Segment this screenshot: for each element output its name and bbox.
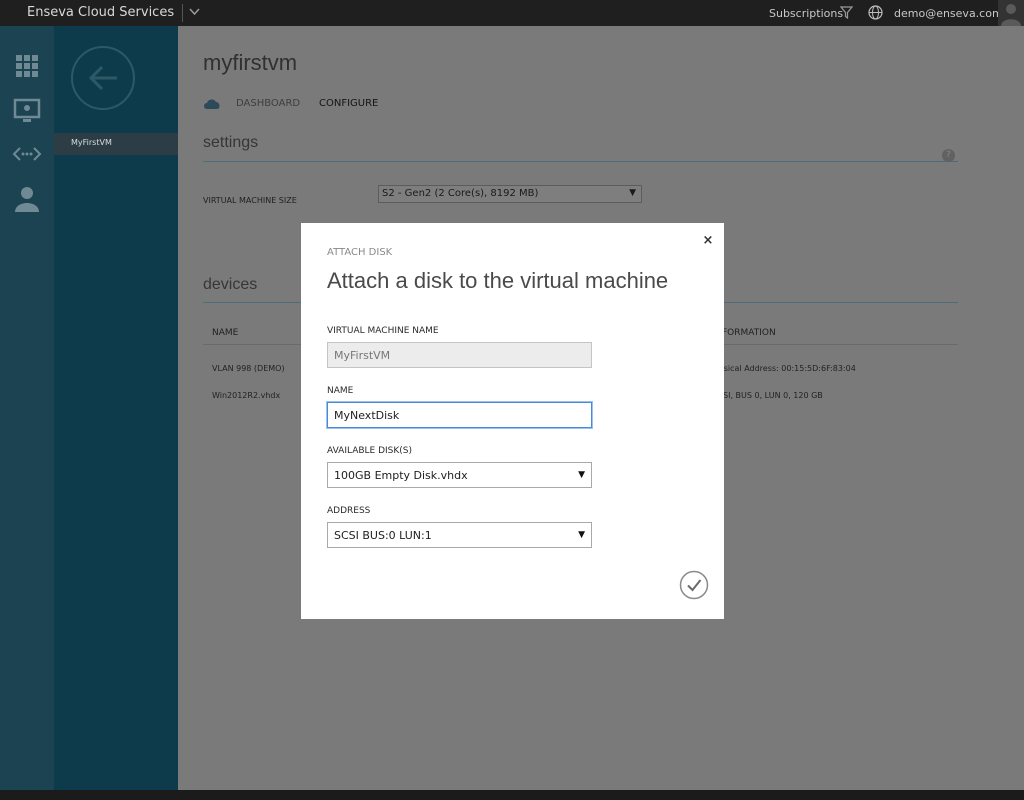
vm-name-field: MyFirstVM xyxy=(327,342,592,368)
cloud-icon xyxy=(204,99,220,109)
help-icon[interactable]: ? xyxy=(942,149,955,162)
resource-flyout: MyFirstVM xyxy=(54,26,178,790)
dropdown-arrow-icon: ▼ xyxy=(629,188,636,198)
attach-disk-dialog: × ATTACH DISK Attach a disk to the virtu… xyxy=(301,223,724,619)
close-icon[interactable]: × xyxy=(701,234,715,248)
grid-icon[interactable] xyxy=(12,51,42,81)
page-title: myfirstvm xyxy=(203,50,298,75)
chevron-down-icon[interactable] xyxy=(189,8,200,16)
bottom-bar xyxy=(0,790,1024,800)
back-arrow-icon xyxy=(88,65,117,91)
top-bar: Enseva Cloud Services Subscriptions demo… xyxy=(0,0,1024,26)
device-row-info: ysical Address: 00:15:5D:6F:83:04 xyxy=(719,364,856,373)
address-value: SCSI BUS:0 LUN:1 xyxy=(334,529,432,542)
column-header-name[interactable]: NAME xyxy=(212,328,238,338)
dialog-title: Attach a disk to the virtual machine xyxy=(327,268,669,293)
flyout-item-myfirstvm[interactable]: MyFirstVM xyxy=(54,133,178,155)
devices-heading: devices xyxy=(203,276,258,293)
device-row-name[interactable]: Win2012R2.vhdx xyxy=(212,391,280,400)
user-avatar-icon xyxy=(1001,4,1021,26)
name-label: NAME xyxy=(327,386,354,396)
subscriptions-link[interactable]: Subscriptions xyxy=(769,7,843,20)
dialog-kicker: ATTACH DISK xyxy=(327,247,393,258)
address-label: ADDRESS xyxy=(327,506,371,516)
device-row-info: SI, BUS 0, LUN 0, 120 GB xyxy=(723,391,823,400)
settings-divider xyxy=(203,161,958,162)
user-avatar[interactable] xyxy=(998,0,1024,26)
checkmark-icon[interactable] xyxy=(679,570,709,600)
monitor-icon[interactable] xyxy=(12,96,42,126)
user-icon[interactable] xyxy=(12,184,42,214)
tab-configure[interactable]: CONFIGURE xyxy=(319,98,378,109)
user-email[interactable]: demo@enseva.com xyxy=(894,7,1003,20)
available-disks-label: AVAILABLE DISK(S) xyxy=(327,446,413,456)
vm-size-select[interactable]: S2 - Gen2 (2 Core(s), 8192 MB) ▼ xyxy=(378,185,642,203)
brand-title[interactable]: Enseva Cloud Services xyxy=(27,5,174,20)
vm-name-label: VIRTUAL MACHINE NAME xyxy=(327,326,439,336)
network-icon[interactable] xyxy=(12,139,42,169)
column-header-information[interactable]: FORMATION xyxy=(722,328,776,338)
available-disks-select[interactable]: 100GB Empty Disk.vhdx ▼ xyxy=(327,462,592,488)
available-disks-value: 100GB Empty Disk.vhdx xyxy=(334,469,468,482)
device-row-name[interactable]: VLAN 998 (DEMO) xyxy=(212,364,285,373)
disk-name-input[interactable]: MyNextDisk xyxy=(327,402,592,428)
left-nav xyxy=(0,26,54,790)
dropdown-arrow-icon: ▼ xyxy=(578,530,585,540)
tab-dashboard[interactable]: DASHBOARD xyxy=(236,98,300,109)
vm-size-value: S2 - Gen2 (2 Core(s), 8192 MB) xyxy=(382,188,539,199)
address-select[interactable]: SCSI BUS:0 LUN:1 ▼ xyxy=(327,522,592,548)
top-divider xyxy=(182,4,183,22)
dropdown-arrow-icon: ▼ xyxy=(578,470,585,480)
vm-size-label: VIRTUAL MACHINE SIZE xyxy=(203,196,297,205)
back-button[interactable] xyxy=(71,46,135,110)
globe-icon[interactable] xyxy=(868,5,883,20)
settings-heading: settings xyxy=(203,134,259,151)
filter-icon[interactable] xyxy=(840,6,853,19)
